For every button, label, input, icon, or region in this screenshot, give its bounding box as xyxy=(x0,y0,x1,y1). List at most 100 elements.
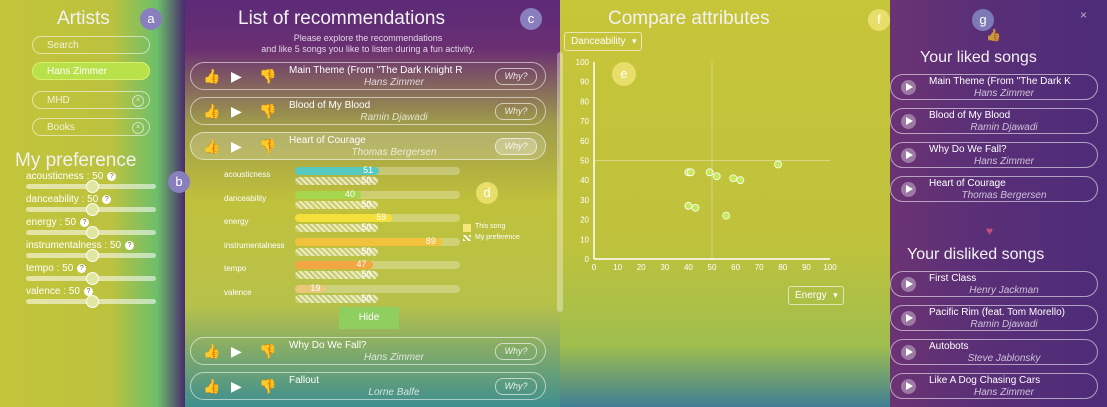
preference-slider[interactable] xyxy=(26,272,156,285)
compare-title: Compare attributes xyxy=(608,8,770,29)
scatter-point[interactable] xyxy=(691,203,700,212)
recommendation-row[interactable]: 👍 ▶ 👎 Fallout Lorne Balfe Why? xyxy=(190,372,546,400)
recommendation-row[interactable]: 👍 ▶ 👎 Main Theme (From "The Dark Knight R Ha… xyxy=(190,62,546,90)
badge-a: a xyxy=(140,8,162,30)
remove-artist-icon[interactable]: × xyxy=(132,122,144,134)
playlist-item[interactable]: First Class Henry Jackman xyxy=(890,271,1098,297)
why-button[interactable]: Why? xyxy=(495,138,537,155)
help-icon[interactable]: ? xyxy=(102,194,112,204)
slider-handle[interactable] xyxy=(86,180,99,193)
play-icon[interactable] xyxy=(901,311,916,326)
why-button[interactable]: Why? xyxy=(495,103,537,120)
thumbs-down-icon: ♥ xyxy=(986,224,994,238)
playlist-item[interactable]: Heart of Courage Thomas Bergersen xyxy=(890,176,1098,202)
play-icon[interactable] xyxy=(901,80,916,95)
thumbs-up-icon[interactable]: 👍 xyxy=(203,68,220,85)
help-icon[interactable]: ? xyxy=(125,240,135,250)
preference-slider[interactable] xyxy=(26,295,156,308)
play-icon[interactable] xyxy=(901,379,916,394)
recommendation-row[interactable]: 👍 ▶ 👎 Why Do We Fall? Hans Zimmer Why? xyxy=(190,337,546,365)
scatter-point[interactable] xyxy=(684,201,693,210)
attribute-label: acousticness xyxy=(224,170,271,179)
play-icon[interactable] xyxy=(901,182,916,197)
x-attribute-select[interactable]: Energy xyxy=(788,286,844,305)
close-icon[interactable]: × xyxy=(1080,8,1087,22)
why-button[interactable]: Why? xyxy=(495,378,537,395)
play-icon[interactable]: ▶ xyxy=(231,138,242,155)
playlist-item[interactable]: Blood of My Blood Ramin Djawadi xyxy=(890,108,1098,134)
scatter-point[interactable] xyxy=(722,211,731,220)
song-title: Main Theme (From "The Dark K xyxy=(929,76,1071,87)
playlist-item[interactable]: Like A Dog Chasing Cars Hans Zimmer xyxy=(890,373,1098,399)
thumbs-up-icon[interactable]: 👍 xyxy=(203,103,220,120)
why-button[interactable]: Why? xyxy=(495,343,537,360)
play-icon[interactable] xyxy=(901,345,916,360)
help-icon[interactable]: ? xyxy=(107,171,117,181)
thumbs-down-icon[interactable]: 👎 xyxy=(259,378,276,395)
song-artist: Hans Zimmer xyxy=(973,387,1034,398)
slider-handle[interactable] xyxy=(86,272,99,285)
artist-search-input[interactable]: Search xyxy=(32,36,150,54)
artist-item-0[interactable]: Hans Zimmer xyxy=(32,62,150,80)
scatter-point[interactable] xyxy=(736,176,745,185)
slider-handle[interactable] xyxy=(86,203,99,216)
disliked-songs-title: Your disliked songs xyxy=(907,246,1045,263)
preference-slider[interactable] xyxy=(26,249,156,262)
thumbs-down-icon[interactable]: 👎 xyxy=(259,138,276,155)
remove-artist-icon[interactable]: × xyxy=(132,95,144,107)
help-icon[interactable]: ? xyxy=(80,217,90,227)
play-icon[interactable]: ▶ xyxy=(231,68,242,85)
play-icon[interactable] xyxy=(901,148,916,163)
x-tick-label: 40 xyxy=(684,263,693,272)
play-icon[interactable] xyxy=(901,277,916,292)
playlist-item[interactable]: Pacific Rim (feat. Tom Morello) Ramin Dja… xyxy=(890,305,1098,331)
help-icon[interactable]: ? xyxy=(77,263,87,273)
legend-song-label: This song xyxy=(475,223,506,230)
scatter-point[interactable] xyxy=(686,168,695,177)
play-icon[interactable]: ▶ xyxy=(231,378,242,395)
recommendations-intro-2: and like 5 songs you like to listen duri… xyxy=(261,44,475,54)
thumbs-down-icon[interactable]: 👎 xyxy=(259,103,276,120)
why-button[interactable]: Why? xyxy=(495,68,537,85)
playlist-item[interactable]: Why Do We Fall? Hans Zimmer xyxy=(890,142,1098,168)
song-attribute-fill xyxy=(295,237,442,246)
scatter-point[interactable] xyxy=(705,168,714,177)
play-icon[interactable]: ▶ xyxy=(231,343,242,360)
recommendation-row[interactable]: 👍 ▶ 👎 Heart of Courage Thomas Bergersen Why? xyxy=(190,132,546,160)
x-tick-label: 60 xyxy=(731,263,740,272)
y-attribute-select[interactable]: Danceability xyxy=(564,32,643,51)
preference-slider[interactable] xyxy=(26,203,156,216)
attribute-label: instrumentalness xyxy=(224,240,285,250)
thumbs-down-icon[interactable]: 👎 xyxy=(259,68,276,85)
scatter-point[interactable] xyxy=(774,160,782,169)
thumbs-up-icon[interactable]: 👍 xyxy=(203,343,220,360)
thumbs-up-icon[interactable]: 👍 xyxy=(203,378,220,395)
artist-item-2[interactable]: Books × xyxy=(32,118,150,136)
song-title: Like A Dog Chasing Cars xyxy=(929,375,1041,386)
song-title: Main Theme (From "The Dark Knight R xyxy=(289,65,463,76)
song-artist: Hans Zimmer xyxy=(973,156,1034,167)
scatter-point[interactable] xyxy=(712,172,721,181)
preference-title: My preference xyxy=(15,150,137,171)
thumbs-down-icon[interactable]: 👎 xyxy=(259,343,276,360)
play-icon[interactable]: ▶ xyxy=(231,103,242,120)
hide-button[interactable]: Hide xyxy=(339,307,399,329)
badge-c: c xyxy=(520,8,542,30)
song-title: Why Do We Fall? xyxy=(929,144,1007,155)
thumbs-up-icon[interactable]: 👍 xyxy=(203,138,220,155)
slider-handle[interactable] xyxy=(86,226,99,239)
slider-handle[interactable] xyxy=(86,295,99,308)
x-tick-label: 80 xyxy=(778,263,787,272)
recommendation-row[interactable]: 👍 ▶ 👎 Blood of My Blood Ramin Djawadi Why? xyxy=(190,97,546,125)
preference-slider[interactable] xyxy=(26,226,156,239)
play-icon[interactable] xyxy=(901,114,916,129)
scatter-point[interactable] xyxy=(729,174,738,183)
slider-handle[interactable] xyxy=(86,249,99,262)
song-title: Blood of My Blood xyxy=(289,100,371,111)
playlist-item[interactable]: Autobots Steve Jablonsky xyxy=(890,339,1098,365)
song-attribute-bar xyxy=(295,167,460,175)
playlist-item[interactable]: Main Theme (From "The Dark K Hans Zimmer xyxy=(890,74,1098,100)
preference-slider[interactable] xyxy=(26,180,156,193)
artist-item-1[interactable]: MHD × xyxy=(32,91,150,109)
song-artist: Thomas Bergersen xyxy=(351,147,437,158)
